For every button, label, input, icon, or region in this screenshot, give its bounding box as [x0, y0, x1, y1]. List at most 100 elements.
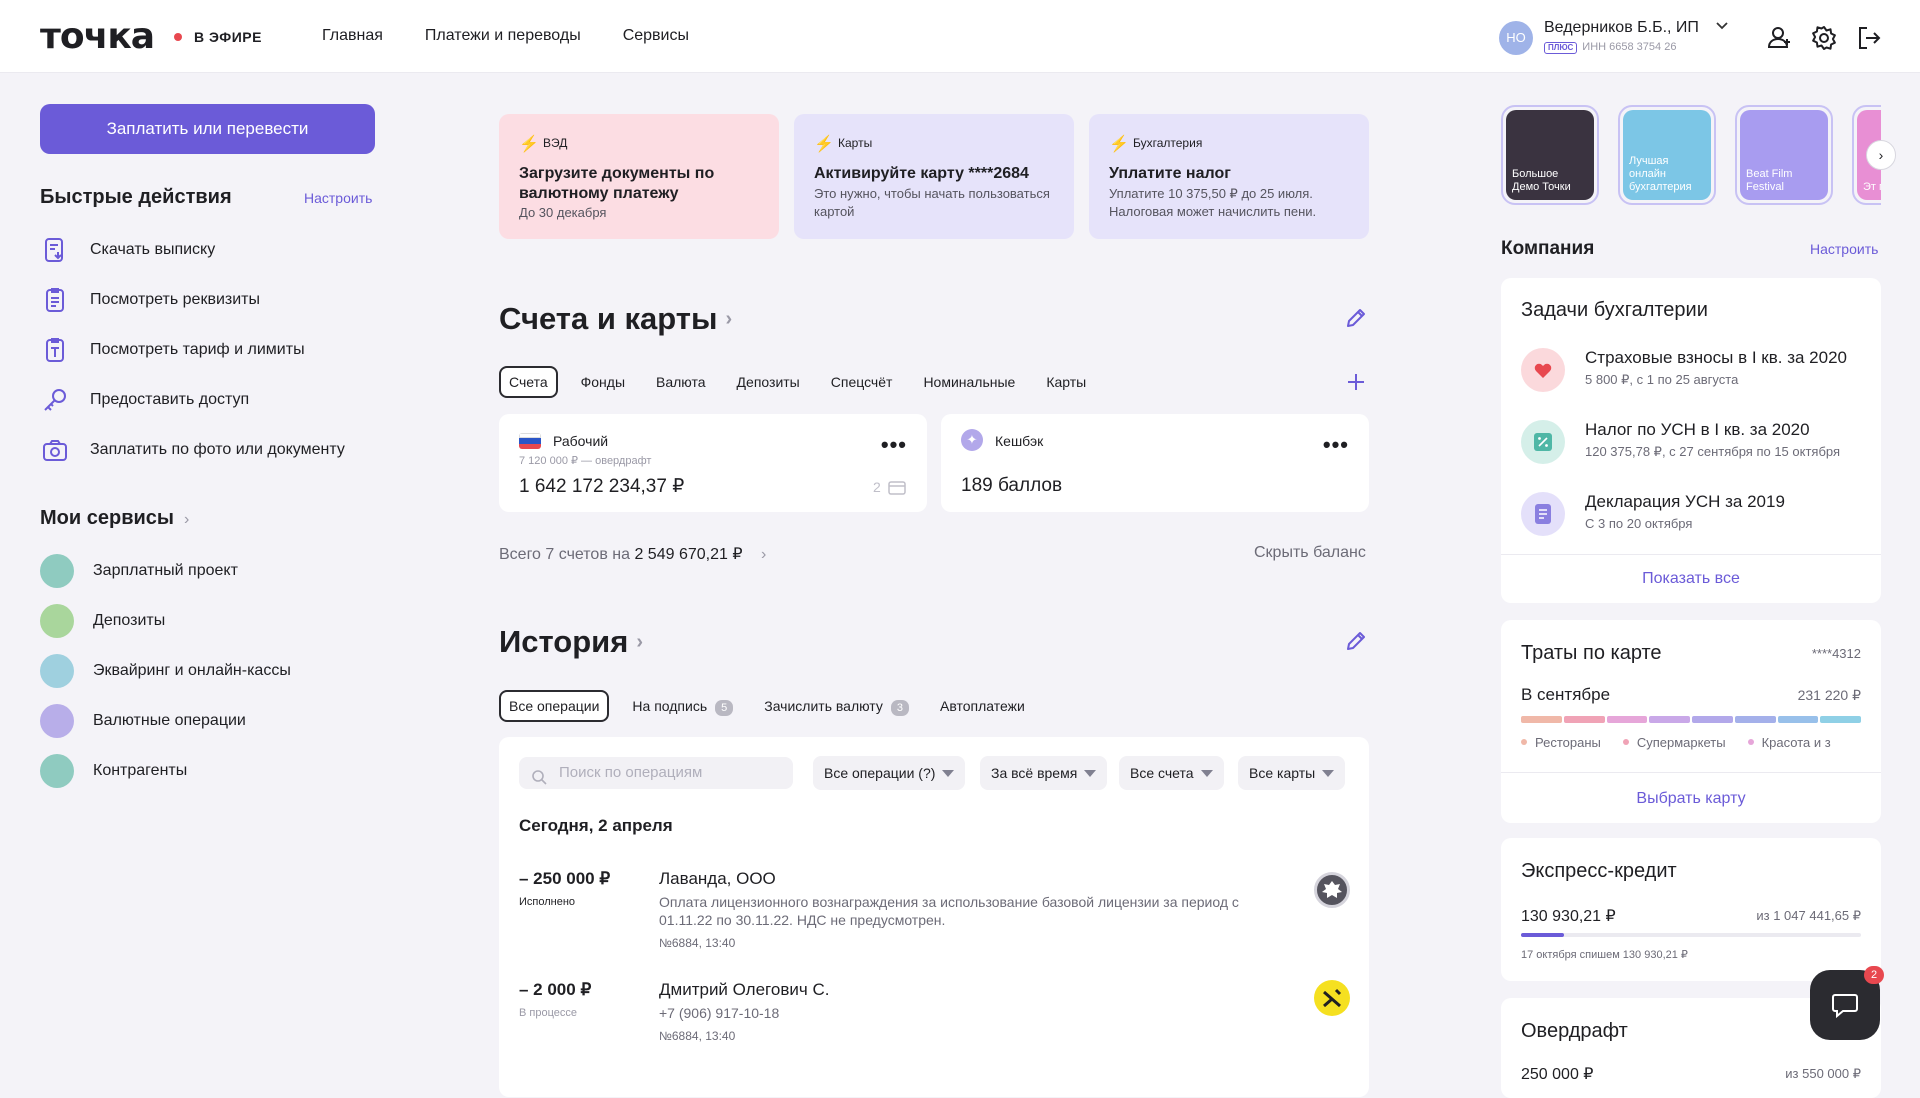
operation-row[interactable]: – 2 000 ₽ В процессе Дмитрий Олегович С.… — [519, 980, 1350, 1050]
edit-pencil-icon[interactable] — [1344, 306, 1368, 330]
account-card-working[interactable]: Рабочий 7 120 000 ₽ — овердрафт 1 642 17… — [499, 414, 927, 512]
service-contractors[interactable]: Контрагенты — [40, 751, 380, 791]
user-switcher[interactable]: НО Ведерников Б.Б., ИП ПЛЮС ИНН 6658 3754… — [1499, 19, 1784, 57]
spending-month: В сентябре — [1521, 685, 1611, 704]
story-demo[interactable]: Большое Демо Точки — [1501, 105, 1599, 205]
quick-action-label: Посмотреть реквизиты — [90, 291, 260, 308]
promo-card-tax[interactable]: ⚡ Бухгалтерия Уплатите налог Уплатите 10… — [1089, 114, 1369, 239]
operation-meta: №6884, 13:40 — [659, 936, 736, 950]
tab-currency[interactable]: Валюта — [648, 366, 714, 398]
chat-button[interactable]: 2 — [1810, 966, 1884, 1040]
filter-operations[interactable]: Все операции (?) — [813, 756, 966, 790]
gear-icon[interactable] — [1811, 25, 1837, 51]
operation-counterparty: Дмитрий Олегович С. — [659, 980, 830, 999]
quick-action-tariff[interactable]: Посмотреть тариф и лимиты — [40, 330, 380, 370]
heart-icon — [1521, 348, 1565, 392]
more-menu-icon[interactable]: ••• — [881, 432, 907, 458]
filter-period[interactable]: За всё время — [980, 756, 1108, 790]
total-balance[interactable]: Всего 7 счетов на 2 549 670,21 ₽ › — [499, 544, 766, 564]
legend-dot — [1622, 739, 1629, 745]
quick-actions-setup-link[interactable]: Настроить — [304, 190, 372, 206]
task-item[interactable]: Декларация УСН за 2019 С 3 по 20 октября — [1521, 492, 1871, 552]
operation-description: Оплата лицензионного вознаграждения за и… — [659, 894, 1239, 928]
search-input[interactable]: Поиск по операциям — [519, 757, 793, 789]
quick-action-statement[interactable]: Скачать выписку — [40, 230, 380, 270]
tab-credit-currency[interactable]: Зачислить валюту 3 — [756, 690, 917, 722]
chevron-right-icon: › — [725, 308, 733, 330]
story-accounting[interactable]: Лучшая онлайн бухгалтерия — [1618, 105, 1716, 205]
chevron-right-icon: › — [760, 546, 767, 563]
accounts-title[interactable]: Счета и карты › — [499, 301, 732, 337]
service-deposits[interactable]: Депозиты — [40, 601, 380, 641]
bank-logo-icon — [1314, 872, 1350, 908]
quick-action-access[interactable]: Предоставить доступ — [40, 380, 380, 420]
edit-pencil-icon[interactable] — [1344, 629, 1368, 653]
express-credit-card[interactable]: Экспресс-кредит 130 930,21 ₽ из 1 047 44… — [1501, 838, 1881, 981]
tab-funds[interactable]: Фонды — [573, 366, 633, 398]
task-item[interactable]: Налог по УСН в I кв. за 2020 120 375,78 … — [1521, 420, 1871, 480]
service-acquiring[interactable]: Эквайринг и онлайн-кассы — [40, 651, 380, 691]
more-menu-icon[interactable]: ••• — [1323, 432, 1349, 458]
nav-payments[interactable]: Платежи и переводы — [425, 27, 581, 45]
tab-accounts[interactable]: Счета — [499, 366, 558, 398]
tab-special[interactable]: Спецсчёт — [823, 366, 901, 398]
service-salary[interactable]: Зарплатный проект — [40, 551, 380, 591]
chevron-right-icon: › — [1878, 147, 1884, 163]
currency-icon — [40, 704, 74, 738]
tab-deposits[interactable]: Депозиты — [729, 366, 808, 398]
filter-accounts[interactable]: Все счета — [1119, 756, 1224, 790]
user-inn-line: ПЛЮС ИНН 6658 3754 26 — [1544, 41, 1676, 54]
card-spending-card: Траты по карте ****4312 В сентябре 231 2… — [1501, 620, 1881, 823]
promo-card-cards[interactable]: ⚡ Карты Активируйте карту ****2684 Это н… — [794, 114, 1074, 239]
plus-icon[interactable] — [1344, 370, 1368, 394]
quick-actions-title: Быстрые действия — [40, 186, 232, 208]
quick-action-label: Предоставить доступ — [90, 391, 250, 408]
filter-cards[interactable]: Все карты — [1238, 756, 1346, 790]
promo-title: Уплатите налог — [1109, 165, 1231, 182]
service-currency[interactable]: Валютные операции — [40, 701, 380, 741]
choose-card-link[interactable]: Выбрать карту — [1501, 790, 1881, 808]
logo[interactable]: точка — [40, 16, 155, 57]
stories-next-button[interactable]: › — [1866, 140, 1896, 170]
nav-home[interactable]: Главная — [322, 27, 383, 45]
tab-all-operations[interactable]: Все операции — [499, 690, 610, 722]
my-services-title[interactable]: Мои сервисы › — [40, 507, 189, 530]
tab-to-sign[interactable]: На подпись 5 — [624, 690, 741, 722]
tab-cards[interactable]: Карты — [1038, 366, 1094, 398]
story-film-festival[interactable]: Beat Film Festival — [1735, 105, 1833, 205]
hide-balance-link[interactable]: Скрыть баланс — [1254, 544, 1366, 562]
count-badge: 5 — [715, 700, 734, 716]
legend-item: Рестораны — [1521, 735, 1601, 750]
logout-icon[interactable] — [1856, 25, 1882, 51]
pay-or-transfer-button[interactable]: Заплатить или перевести — [40, 104, 375, 154]
tab-autopayments[interactable]: Автоплатежи — [932, 690, 1033, 722]
task-item[interactable]: Страховые взносы в I кв. за 2020 5 800 ₽… — [1521, 348, 1871, 408]
live-indicator[interactable]: В ЭФИРЕ — [174, 29, 262, 45]
tab-nominal[interactable]: Номинальные — [915, 366, 1023, 398]
chat-icon — [1832, 994, 1858, 1018]
spending-bar-segment — [1563, 716, 1605, 723]
company-setup-link[interactable]: Настроить — [1810, 241, 1878, 257]
card-icon — [888, 481, 906, 500]
nav-services[interactable]: Сервисы — [623, 27, 689, 45]
history-panel: Поиск по операциям Все операции (?) За в… — [499, 737, 1369, 1097]
account-card-cashback[interactable]: ✦ Кешбэк 189 баллов ••• — [941, 414, 1369, 512]
overdraft-title: Овердрафт — [1521, 1020, 1628, 1042]
show-all-tasks-link[interactable]: Показать все — [1501, 570, 1881, 588]
history-title[interactable]: История › — [499, 624, 643, 660]
bank-logo-icon — [1314, 980, 1350, 1016]
user-add-icon[interactable] — [1767, 25, 1793, 51]
legend-item: Красота и з — [1747, 735, 1831, 750]
task-name: Декларация УСН за 2019 — [1585, 492, 1785, 511]
search-icon — [531, 765, 547, 797]
quick-action-photo-pay[interactable]: Заплатить по фото или документу — [40, 430, 380, 470]
document-icon — [1521, 492, 1565, 536]
operation-row[interactable]: – 250 000 ₽ Исполнено Лаванда, ООО Оплат… — [519, 869, 1350, 959]
lightning-icon: ⚡ — [1109, 136, 1129, 153]
tab-label: Все операции — [509, 698, 600, 714]
total-value: 2 549 670,21 ₽ — [634, 546, 743, 563]
spending-bar — [1521, 716, 1861, 723]
quick-action-requisites[interactable]: Посмотреть реквизиты — [40, 280, 380, 320]
spending-bar-segment — [1777, 716, 1819, 723]
promo-card-ved[interactable]: ⚡ ВЭД Загрузите документы по валютному п… — [499, 114, 779, 239]
